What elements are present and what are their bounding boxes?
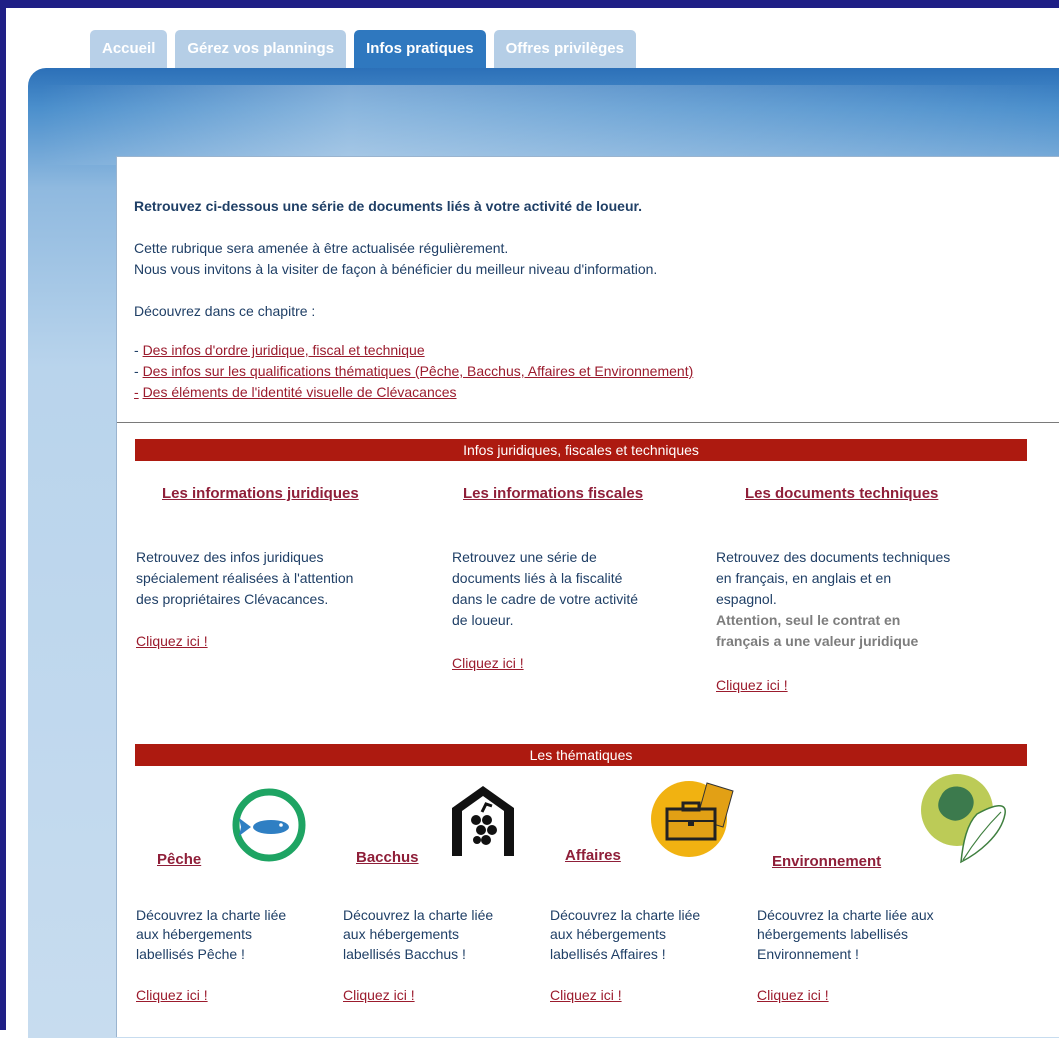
intro-chapter: Découvrez dans ce chapitre : xyxy=(134,303,316,319)
affaires-cta[interactable]: Cliquez ici ! xyxy=(550,986,622,1004)
techniques-desc-2: en français, en anglais et en xyxy=(716,570,892,586)
tab-infos-pratiques[interactable]: Infos pratiques xyxy=(354,30,486,70)
intro-title: Retrouvez ci-dessous une série de docume… xyxy=(134,198,643,214)
fiscales-desc-1: Retrouvez une série de xyxy=(452,549,597,565)
briefcase-icon xyxy=(651,781,734,857)
divider xyxy=(117,422,1059,423)
peche-desc-1: Découvrez la charte liée xyxy=(136,907,287,923)
link-identite-visuelle[interactable]: Des éléments de l'identité visuelle de C… xyxy=(143,384,457,400)
window-frame-top xyxy=(0,0,1059,8)
panel-glow xyxy=(40,85,1059,165)
environnement-cta[interactable]: Cliquez ici ! xyxy=(757,986,829,1004)
environnement-desc-1: Découvrez la charte liée aux xyxy=(757,907,934,923)
peche-cta[interactable]: Cliquez ici ! xyxy=(136,986,208,1004)
theme-title-affaires[interactable]: Affaires xyxy=(565,847,621,864)
bacchus-desc-1: Découvrez la charte liée xyxy=(343,907,494,923)
intro-line-2: Nous vous invitons à la visiter de façon… xyxy=(134,261,658,277)
affaires-desc-1: Découvrez la charte liée xyxy=(550,907,701,923)
content-area: Retrouvez ci-dessous une série de docume… xyxy=(116,156,1059,1037)
tab-offres-privileges[interactable]: Offres privilèges xyxy=(493,30,636,70)
window-frame-left xyxy=(0,0,6,1030)
leaf-icon xyxy=(921,774,1006,864)
dash: - xyxy=(134,384,139,400)
intro-link-row-3: - Des éléments de l'identité visuelle de… xyxy=(134,383,457,401)
dash: - xyxy=(134,342,139,358)
environnement-desc-3: Environnement ! xyxy=(757,946,859,962)
intro-link-row-1: - Des infos d'ordre juridique, fiscal et… xyxy=(134,341,425,359)
fish-icon xyxy=(232,788,306,862)
intro-link-row-2: - Des infos sur les qualifications théma… xyxy=(134,362,693,380)
affaires-desc-2: aux hébergements xyxy=(550,926,666,942)
link-qualifications-thematiques[interactable]: Des infos sur les qualifications thémati… xyxy=(143,363,694,379)
title-informations-fiscales[interactable]: Les informations fiscales xyxy=(463,485,643,502)
juridiques-desc-3: des propriétaires Clévacances. xyxy=(136,591,329,607)
fiscales-desc-2: documents liés à la fiscalité xyxy=(452,570,623,586)
dash: - xyxy=(134,363,139,379)
title-documents-techniques[interactable]: Les documents techniques xyxy=(745,485,938,502)
bacchus-desc-2: aux hébergements xyxy=(343,926,459,942)
fiscales-desc-3: dans le cadre de votre activité xyxy=(452,591,638,607)
affaires-desc-3: labellisés Affaires ! xyxy=(550,946,666,962)
main-tabs: Accueil Gérez vos plannings Infos pratiq… xyxy=(90,30,644,70)
theme-title-peche[interactable]: Pêche xyxy=(157,851,201,868)
techniques-warning-2: français a une valeur juridique xyxy=(716,633,919,649)
link-juridique-fiscal-technique[interactable]: Des infos d'ordre juridique, fiscal et t… xyxy=(143,342,425,358)
juridiques-cta[interactable]: Cliquez ici ! xyxy=(136,632,208,650)
environnement-desc-2: hébergements labellisés xyxy=(757,926,908,942)
section-header-infos: Infos juridiques, fiscales et techniques xyxy=(135,439,1027,461)
techniques-cta[interactable]: Cliquez ici ! xyxy=(716,676,788,694)
bacchus-desc-3: labellisés Bacchus ! xyxy=(343,946,466,962)
bacchus-cta[interactable]: Cliquez ici ! xyxy=(343,986,415,1004)
juridiques-desc-2: spécialement réalisées à l'attention xyxy=(136,570,354,586)
theme-title-bacchus[interactable]: Bacchus xyxy=(356,849,419,866)
techniques-desc-1: Retrouvez des documents techniques xyxy=(716,549,951,565)
techniques-desc-3: espagnol. xyxy=(716,591,777,607)
peche-desc-3: labellisés Pêche ! xyxy=(136,946,245,962)
techniques-warning-1: Attention, seul le contrat en xyxy=(716,612,901,628)
peche-desc-2: aux hébergements xyxy=(136,926,252,942)
grapes-house-icon xyxy=(452,786,514,856)
tab-plannings[interactable]: Gérez vos plannings xyxy=(175,30,347,70)
fiscales-cta[interactable]: Cliquez ici ! xyxy=(452,654,524,672)
section-header-thematiques: Les thématiques xyxy=(135,744,1027,766)
fiscales-desc-4: de loueur. xyxy=(452,612,514,628)
title-informations-juridiques[interactable]: Les informations juridiques xyxy=(162,485,359,502)
juridiques-desc-1: Retrouvez des infos juridiques xyxy=(136,549,324,565)
intro-line-1: Cette rubrique sera amenée à être actual… xyxy=(134,240,509,256)
tab-accueil[interactable]: Accueil xyxy=(90,30,168,70)
theme-title-environnement[interactable]: Environnement xyxy=(772,853,881,870)
